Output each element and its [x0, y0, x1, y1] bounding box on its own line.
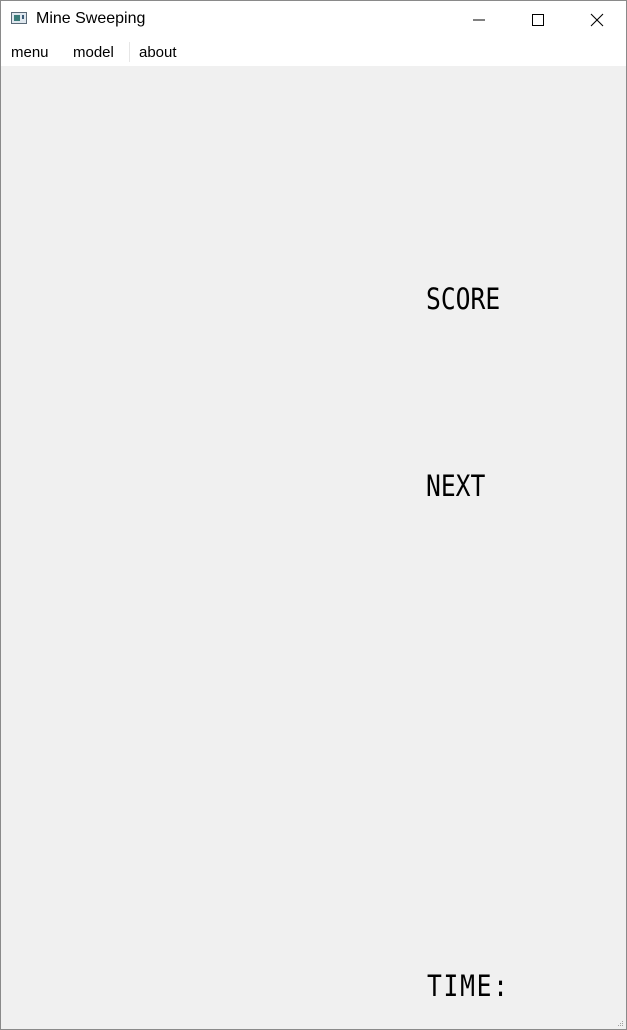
next-label: NEXT [426, 469, 486, 503]
menu-item-menu[interactable]: menu [11, 44, 49, 61]
time-label: TIME: [427, 969, 510, 1003]
resize-grip-icon[interactable] [616, 1019, 624, 1027]
close-button[interactable] [568, 1, 626, 38]
app-icon [11, 12, 27, 24]
window-title: Mine Sweeping [36, 10, 146, 27]
close-icon [590, 13, 604, 26]
maximize-icon [532, 13, 544, 26]
menu-separator [129, 42, 130, 62]
menu-bar: menu model about [1, 38, 626, 66]
game-board-area[interactable] [1, 66, 411, 1029]
menu-item-model[interactable]: model [73, 44, 114, 61]
app-window: Mine Sweeping menu model about SCORE NEX… [0, 0, 627, 1030]
minimize-icon [473, 19, 485, 20]
menu-item-about[interactable]: about [139, 44, 177, 61]
score-label: SCORE [426, 282, 501, 316]
title-bar[interactable]: Mine Sweeping [1, 1, 626, 38]
minimize-button[interactable] [450, 1, 508, 38]
maximize-button[interactable] [509, 1, 567, 38]
